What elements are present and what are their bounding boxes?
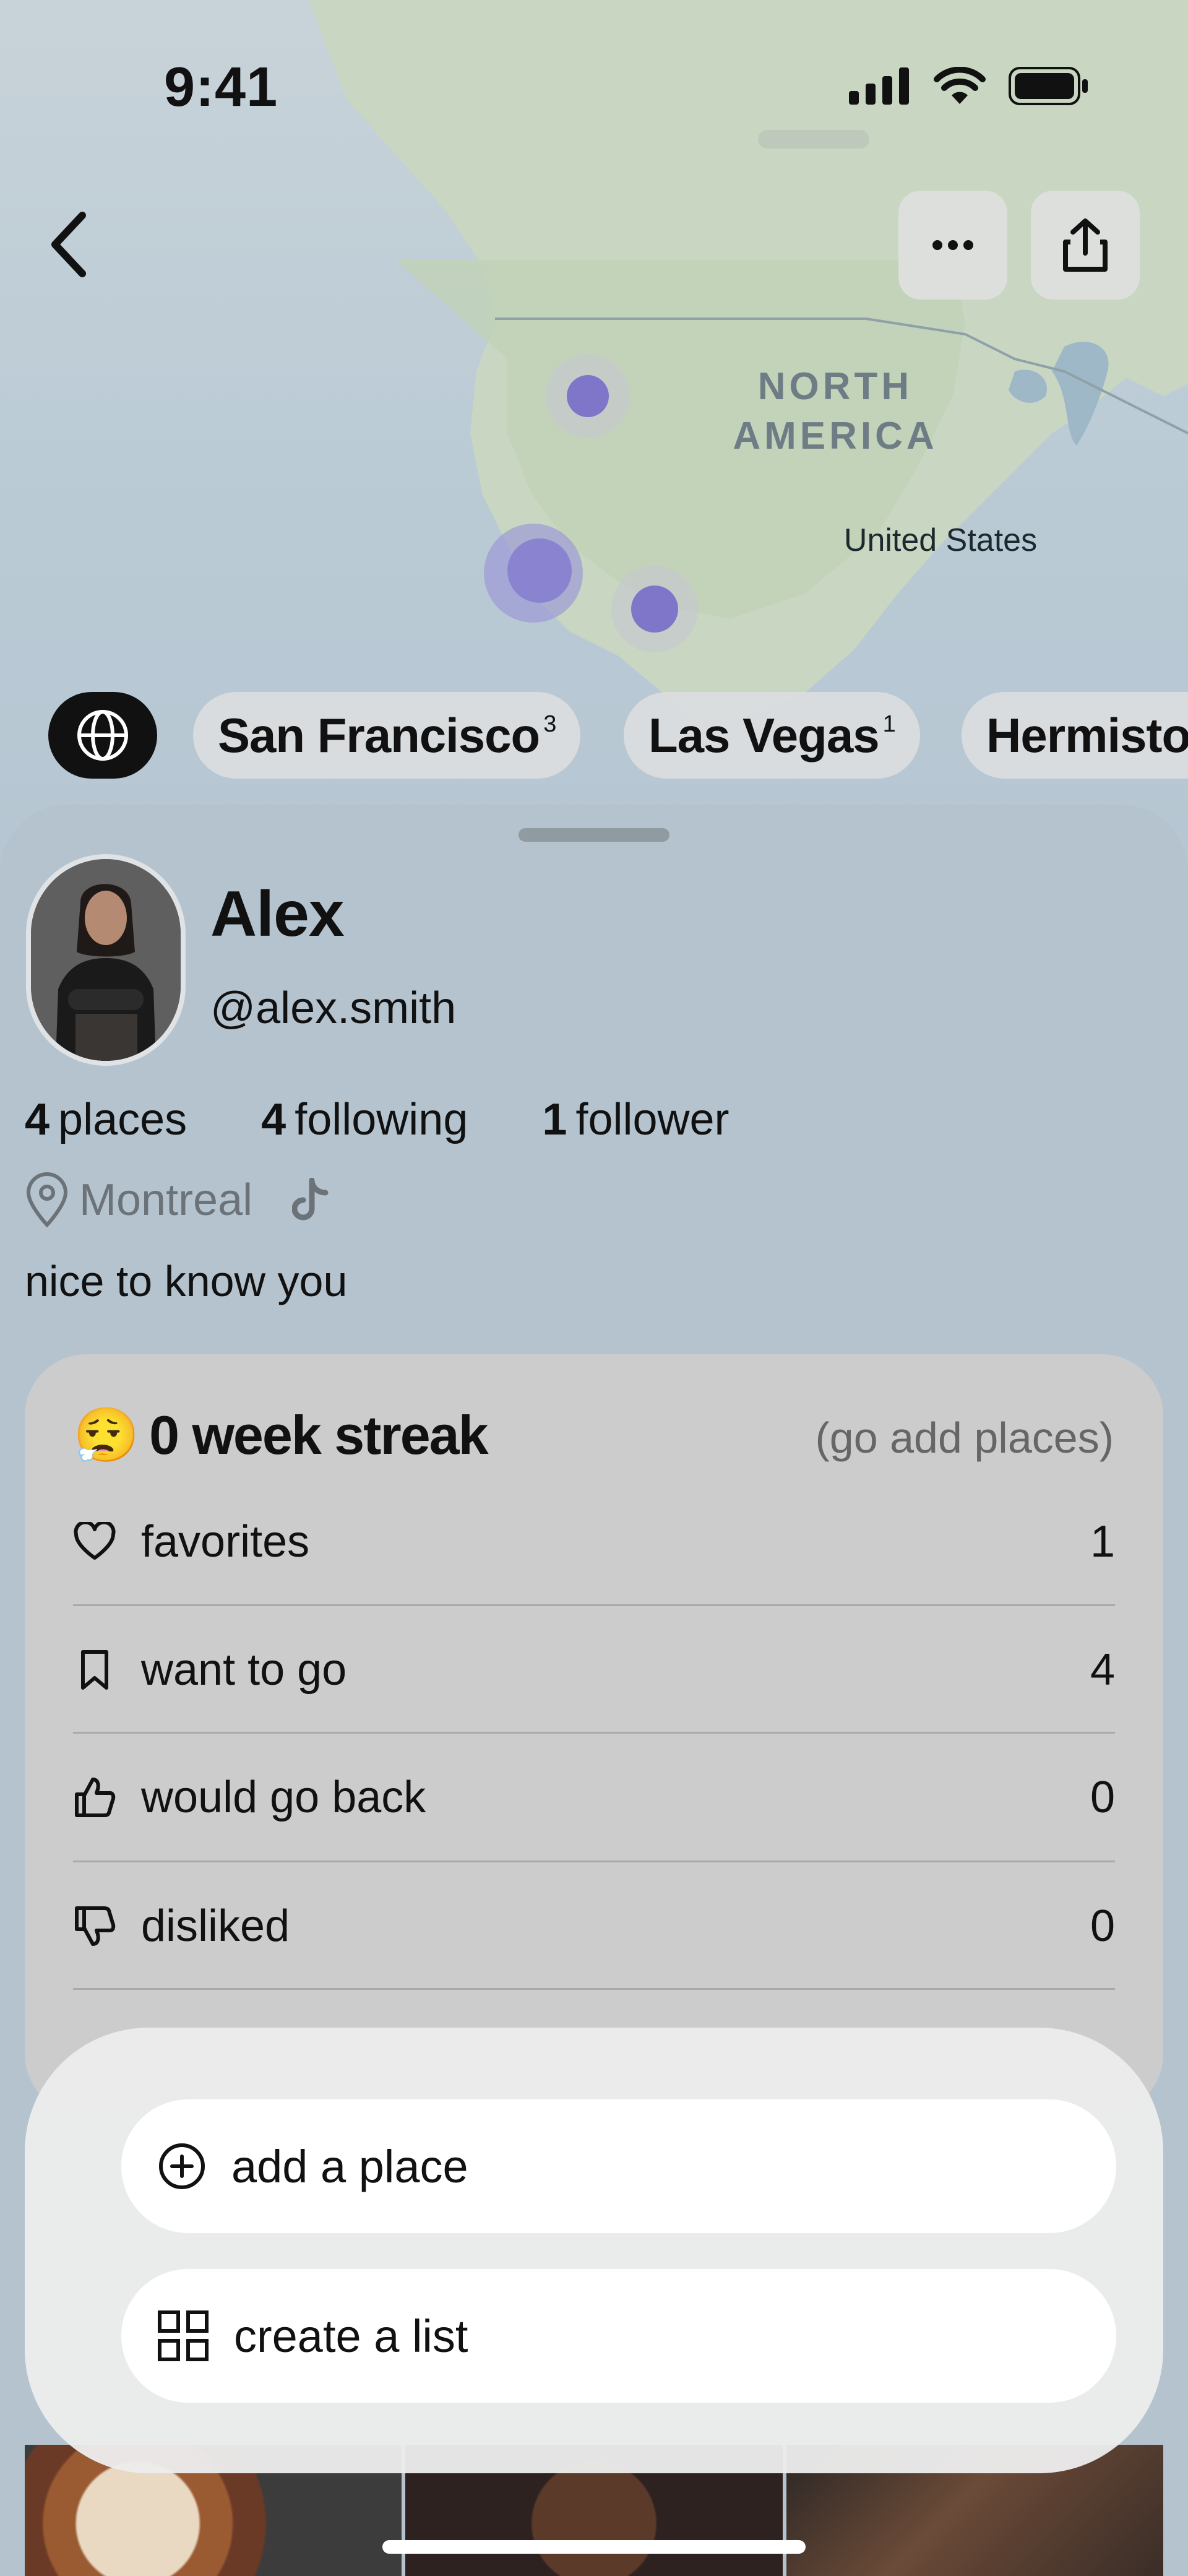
share-icon	[1063, 218, 1108, 272]
plus-circle-icon	[159, 2143, 205, 2189]
list-item-favorites[interactable]: favorites 1	[73, 1478, 1115, 1606]
sheet-grabber[interactable]	[519, 828, 669, 842]
home-indicator[interactable]	[382, 2540, 806, 2554]
list-item-label: want to go	[141, 1645, 347, 1695]
streak-title: 😮‍💨 0 week streak	[73, 1404, 489, 1467]
thumbs-up-icon	[75, 1778, 116, 1817]
chip-label: San Francisco	[218, 707, 540, 763]
list-item-want-to-go[interactable]: want to go 4	[73, 1606, 1115, 1734]
create-list-button[interactable]: create a list	[121, 2269, 1116, 2403]
globe-icon	[77, 710, 128, 761]
tiktok-icon[interactable]	[292, 1178, 329, 1222]
status-time: 9:41	[164, 56, 278, 118]
bookmark-icon	[81, 1650, 108, 1690]
avatar-photo	[31, 859, 181, 1061]
stat-value: 4	[261, 1095, 286, 1144]
stat-label: places	[58, 1095, 187, 1144]
list-item-label: would go back	[141, 1773, 426, 1822]
chip-label: Las Vegas	[648, 707, 880, 763]
streak-hint[interactable]: (go add places)	[815, 1413, 1114, 1463]
stat-followers[interactable]: 1 follower	[542, 1094, 729, 1145]
profile-location: Montreal	[25, 1172, 329, 1229]
location-text: Montreal	[79, 1175, 253, 1225]
stat-label: following	[295, 1095, 468, 1144]
streak-text: 0 week streak	[149, 1404, 488, 1466]
profile-bio: nice to know you	[25, 1257, 348, 1305]
share-button[interactable]	[1031, 191, 1140, 300]
chip-hermiston[interactable]: Hermisto	[962, 692, 1188, 779]
more-options-button[interactable]	[898, 191, 1007, 300]
list-item-count: 0	[1090, 1901, 1115, 1951]
map-label-continent-1: NORTH	[758, 365, 913, 408]
chip-las-vegas[interactable]: Las Vegas 1	[624, 692, 920, 779]
divider	[73, 1988, 1115, 1990]
chevron-left-icon	[51, 212, 86, 277]
streak-emoji-icon: 😮‍💨	[73, 1406, 139, 1466]
list-item-would-go-back[interactable]: would go back 0	[73, 1734, 1115, 1861]
stat-value: 4	[25, 1095, 50, 1144]
person-silhouette	[31, 859, 181, 1061]
stat-value: 1	[542, 1095, 567, 1144]
ellipsis-icon	[932, 240, 973, 250]
add-place-label: add a place	[231, 2140, 468, 2192]
stat-places[interactable]: 4 places	[25, 1094, 187, 1145]
list-item-disliked[interactable]: disliked 0	[73, 1862, 1115, 1990]
profile-stats: 4 places 4 following 1 follower	[25, 1094, 804, 1145]
avatar[interactable]	[26, 854, 186, 1066]
action-panel: add a place create a list	[25, 2028, 1163, 2473]
signal-icon	[849, 67, 909, 105]
add-place-button[interactable]: add a place	[121, 2099, 1116, 2233]
heart-icon	[74, 1522, 116, 1560]
profile-handle: @alex.smith	[210, 983, 457, 1033]
list-item-label: disliked	[141, 1901, 290, 1951]
city-chip-row: San Francisco 3 Las Vegas 1 Hermisto	[0, 692, 1188, 779]
wifi-icon	[934, 67, 986, 104]
list-item-count: 0	[1090, 1773, 1115, 1822]
back-button[interactable]	[31, 204, 105, 285]
chip-count: 3	[543, 711, 556, 737]
list-item-count: 1	[1090, 1517, 1115, 1567]
chip-san-francisco[interactable]: San Francisco 3	[193, 692, 581, 779]
list-item-count: 4	[1090, 1645, 1115, 1695]
profile-name: Alex	[210, 878, 345, 950]
map-label-country: United States	[844, 522, 1037, 558]
status-icons	[849, 67, 1089, 105]
list-item-label: favorites	[141, 1517, 310, 1567]
create-list-label: create a list	[234, 2310, 468, 2362]
chip-all-places[interactable]	[48, 692, 157, 779]
stat-following[interactable]: 4 following	[261, 1094, 468, 1145]
location-pin-icon	[26, 1172, 68, 1228]
map-label-continent-2: AMERICA	[733, 415, 937, 457]
status-bar: 9:41	[0, 0, 1188, 173]
stat-label: follower	[575, 1095, 730, 1144]
thumbs-down-icon	[75, 1906, 116, 1946]
grid-icon	[158, 2310, 209, 2361]
battery-icon	[1009, 67, 1088, 105]
chip-count: 1	[882, 711, 896, 737]
chip-label: Hermisto	[986, 707, 1188, 763]
